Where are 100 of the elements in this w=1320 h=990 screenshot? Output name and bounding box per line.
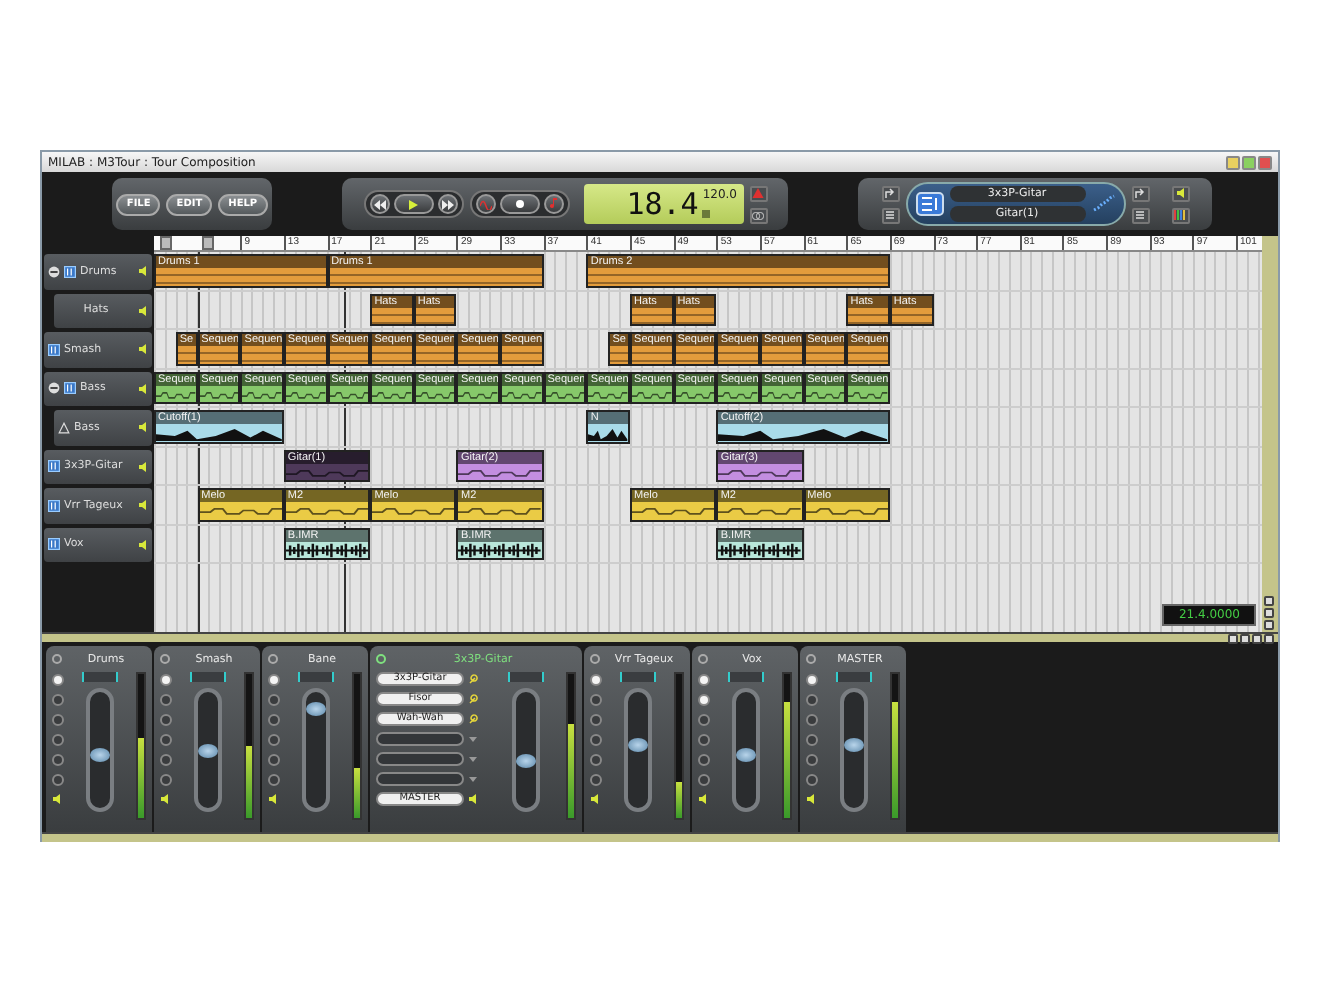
palette-button[interactable] bbox=[1171, 207, 1189, 223]
toggle-button[interactable] bbox=[698, 754, 710, 766]
collapse-icon[interactable] bbox=[48, 265, 60, 278]
toggle-button[interactable] bbox=[806, 674, 818, 686]
gain-box bbox=[298, 672, 334, 682]
toggle-button[interactable] bbox=[160, 734, 172, 746]
toggle-button[interactable] bbox=[698, 774, 710, 786]
minimize-button[interactable] bbox=[1226, 155, 1240, 169]
fader-thumb[interactable] bbox=[515, 754, 535, 769]
toggle-button[interactable] bbox=[52, 674, 64, 686]
collapse-icon[interactable] bbox=[48, 382, 60, 395]
fader-thumb[interactable] bbox=[198, 743, 218, 757]
toggle-button[interactable] bbox=[52, 694, 64, 706]
note-line-drawing bbox=[285, 502, 369, 519]
effect-slot[interactable] bbox=[376, 732, 464, 746]
rewind-icon bbox=[373, 199, 385, 209]
toggle-button[interactable] bbox=[268, 714, 280, 726]
effect-slot[interactable] bbox=[376, 752, 464, 766]
close-button[interactable] bbox=[1258, 155, 1272, 169]
effect-slot[interactable] bbox=[376, 772, 464, 786]
toggle-button[interactable] bbox=[52, 734, 64, 746]
power-icon[interactable] bbox=[160, 654, 170, 664]
toggle-button[interactable] bbox=[52, 774, 64, 786]
fader-track[interactable] bbox=[302, 688, 330, 812]
dot-icon bbox=[515, 200, 523, 208]
volume-button[interactable] bbox=[1171, 185, 1189, 201]
position-readout: 18.4 bbox=[626, 188, 699, 222]
toggle-button[interactable] bbox=[806, 714, 818, 726]
fader-track[interactable] bbox=[511, 688, 539, 812]
toggle-button[interactable] bbox=[268, 674, 280, 686]
toggle-button[interactable] bbox=[698, 694, 710, 706]
toggle-button[interactable] bbox=[698, 674, 710, 686]
gain-box bbox=[82, 672, 118, 682]
toggle-button[interactable] bbox=[268, 754, 280, 766]
horizontal-scrollbar[interactable] bbox=[42, 632, 1278, 642]
toggle-button[interactable] bbox=[806, 694, 818, 706]
note-line-drawing bbox=[805, 502, 888, 519]
maximize-button[interactable] bbox=[1242, 155, 1256, 169]
redo-button[interactable] bbox=[1131, 185, 1149, 201]
toggle-button[interactable] bbox=[160, 714, 172, 726]
instrument-icon bbox=[915, 192, 943, 216]
mixer-scrollbar[interactable] bbox=[42, 832, 1278, 842]
fader-track[interactable] bbox=[194, 688, 222, 812]
toggle-button[interactable] bbox=[52, 714, 64, 726]
toggle-button[interactable] bbox=[160, 754, 172, 766]
toggle-button[interactable] bbox=[806, 754, 818, 766]
toggle-button[interactable] bbox=[268, 694, 280, 706]
stop-button[interactable] bbox=[499, 194, 539, 214]
power-icon[interactable] bbox=[376, 654, 386, 664]
vertical-scrollbar[interactable] bbox=[1262, 236, 1278, 632]
toggle-button[interactable] bbox=[806, 774, 818, 786]
fader-track[interactable] bbox=[86, 688, 114, 812]
fader-thumb[interactable] bbox=[628, 737, 648, 752]
dots-icon bbox=[1091, 194, 1115, 214]
toggle-button[interactable] bbox=[590, 754, 602, 766]
loop-button[interactable] bbox=[475, 194, 495, 214]
fader-thumb[interactable] bbox=[90, 748, 110, 763]
toggle-button[interactable] bbox=[806, 734, 818, 746]
toggle-button[interactable] bbox=[590, 734, 602, 746]
fast-forward-button[interactable] bbox=[437, 194, 457, 214]
toggle-button[interactable] bbox=[590, 694, 602, 706]
fader-thumb[interactable] bbox=[736, 748, 756, 763]
toggle-button[interactable] bbox=[160, 674, 172, 686]
list-button[interactable] bbox=[1131, 207, 1149, 223]
fader-thumb[interactable] bbox=[844, 737, 864, 752]
wave-icon bbox=[479, 199, 491, 209]
fader-track[interactable] bbox=[732, 688, 760, 812]
speaker-icon bbox=[138, 539, 148, 550]
rewind-button[interactable] bbox=[369, 194, 389, 214]
toggle-button[interactable] bbox=[698, 734, 710, 746]
play-button[interactable] bbox=[393, 194, 433, 214]
fader-track[interactable] bbox=[840, 688, 868, 812]
toggle-button[interactable] bbox=[268, 734, 280, 746]
link-button[interactable] bbox=[749, 207, 767, 223]
toggle-button[interactable] bbox=[160, 774, 172, 786]
fader-thumb[interactable] bbox=[306, 702, 326, 717]
gain-box bbox=[836, 672, 872, 682]
power-icon[interactable] bbox=[268, 654, 278, 664]
toggle-button[interactable] bbox=[160, 694, 172, 706]
speaker-icon bbox=[806, 794, 816, 804]
marker-button[interactable] bbox=[159, 236, 172, 250]
play-icon bbox=[408, 199, 418, 209]
power-icon[interactable] bbox=[590, 654, 600, 664]
power-icon[interactable] bbox=[806, 654, 816, 664]
key-icon bbox=[468, 674, 478, 684]
gain-box bbox=[507, 672, 543, 682]
marker-button[interactable] bbox=[202, 236, 215, 250]
toggle-button[interactable] bbox=[590, 774, 602, 786]
toggle-button[interactable] bbox=[590, 714, 602, 726]
list-button[interactable] bbox=[881, 207, 899, 223]
fader-track[interactable] bbox=[624, 688, 652, 812]
redo-button[interactable] bbox=[881, 185, 899, 201]
power-icon[interactable] bbox=[698, 654, 708, 664]
toggle-button[interactable] bbox=[698, 714, 710, 726]
toggle-button[interactable] bbox=[268, 774, 280, 786]
key-icon bbox=[468, 694, 478, 704]
power-icon[interactable] bbox=[52, 654, 62, 664]
toggle-button[interactable] bbox=[52, 754, 64, 766]
toggle-button[interactable] bbox=[590, 674, 602, 686]
note-button[interactable] bbox=[543, 194, 563, 214]
